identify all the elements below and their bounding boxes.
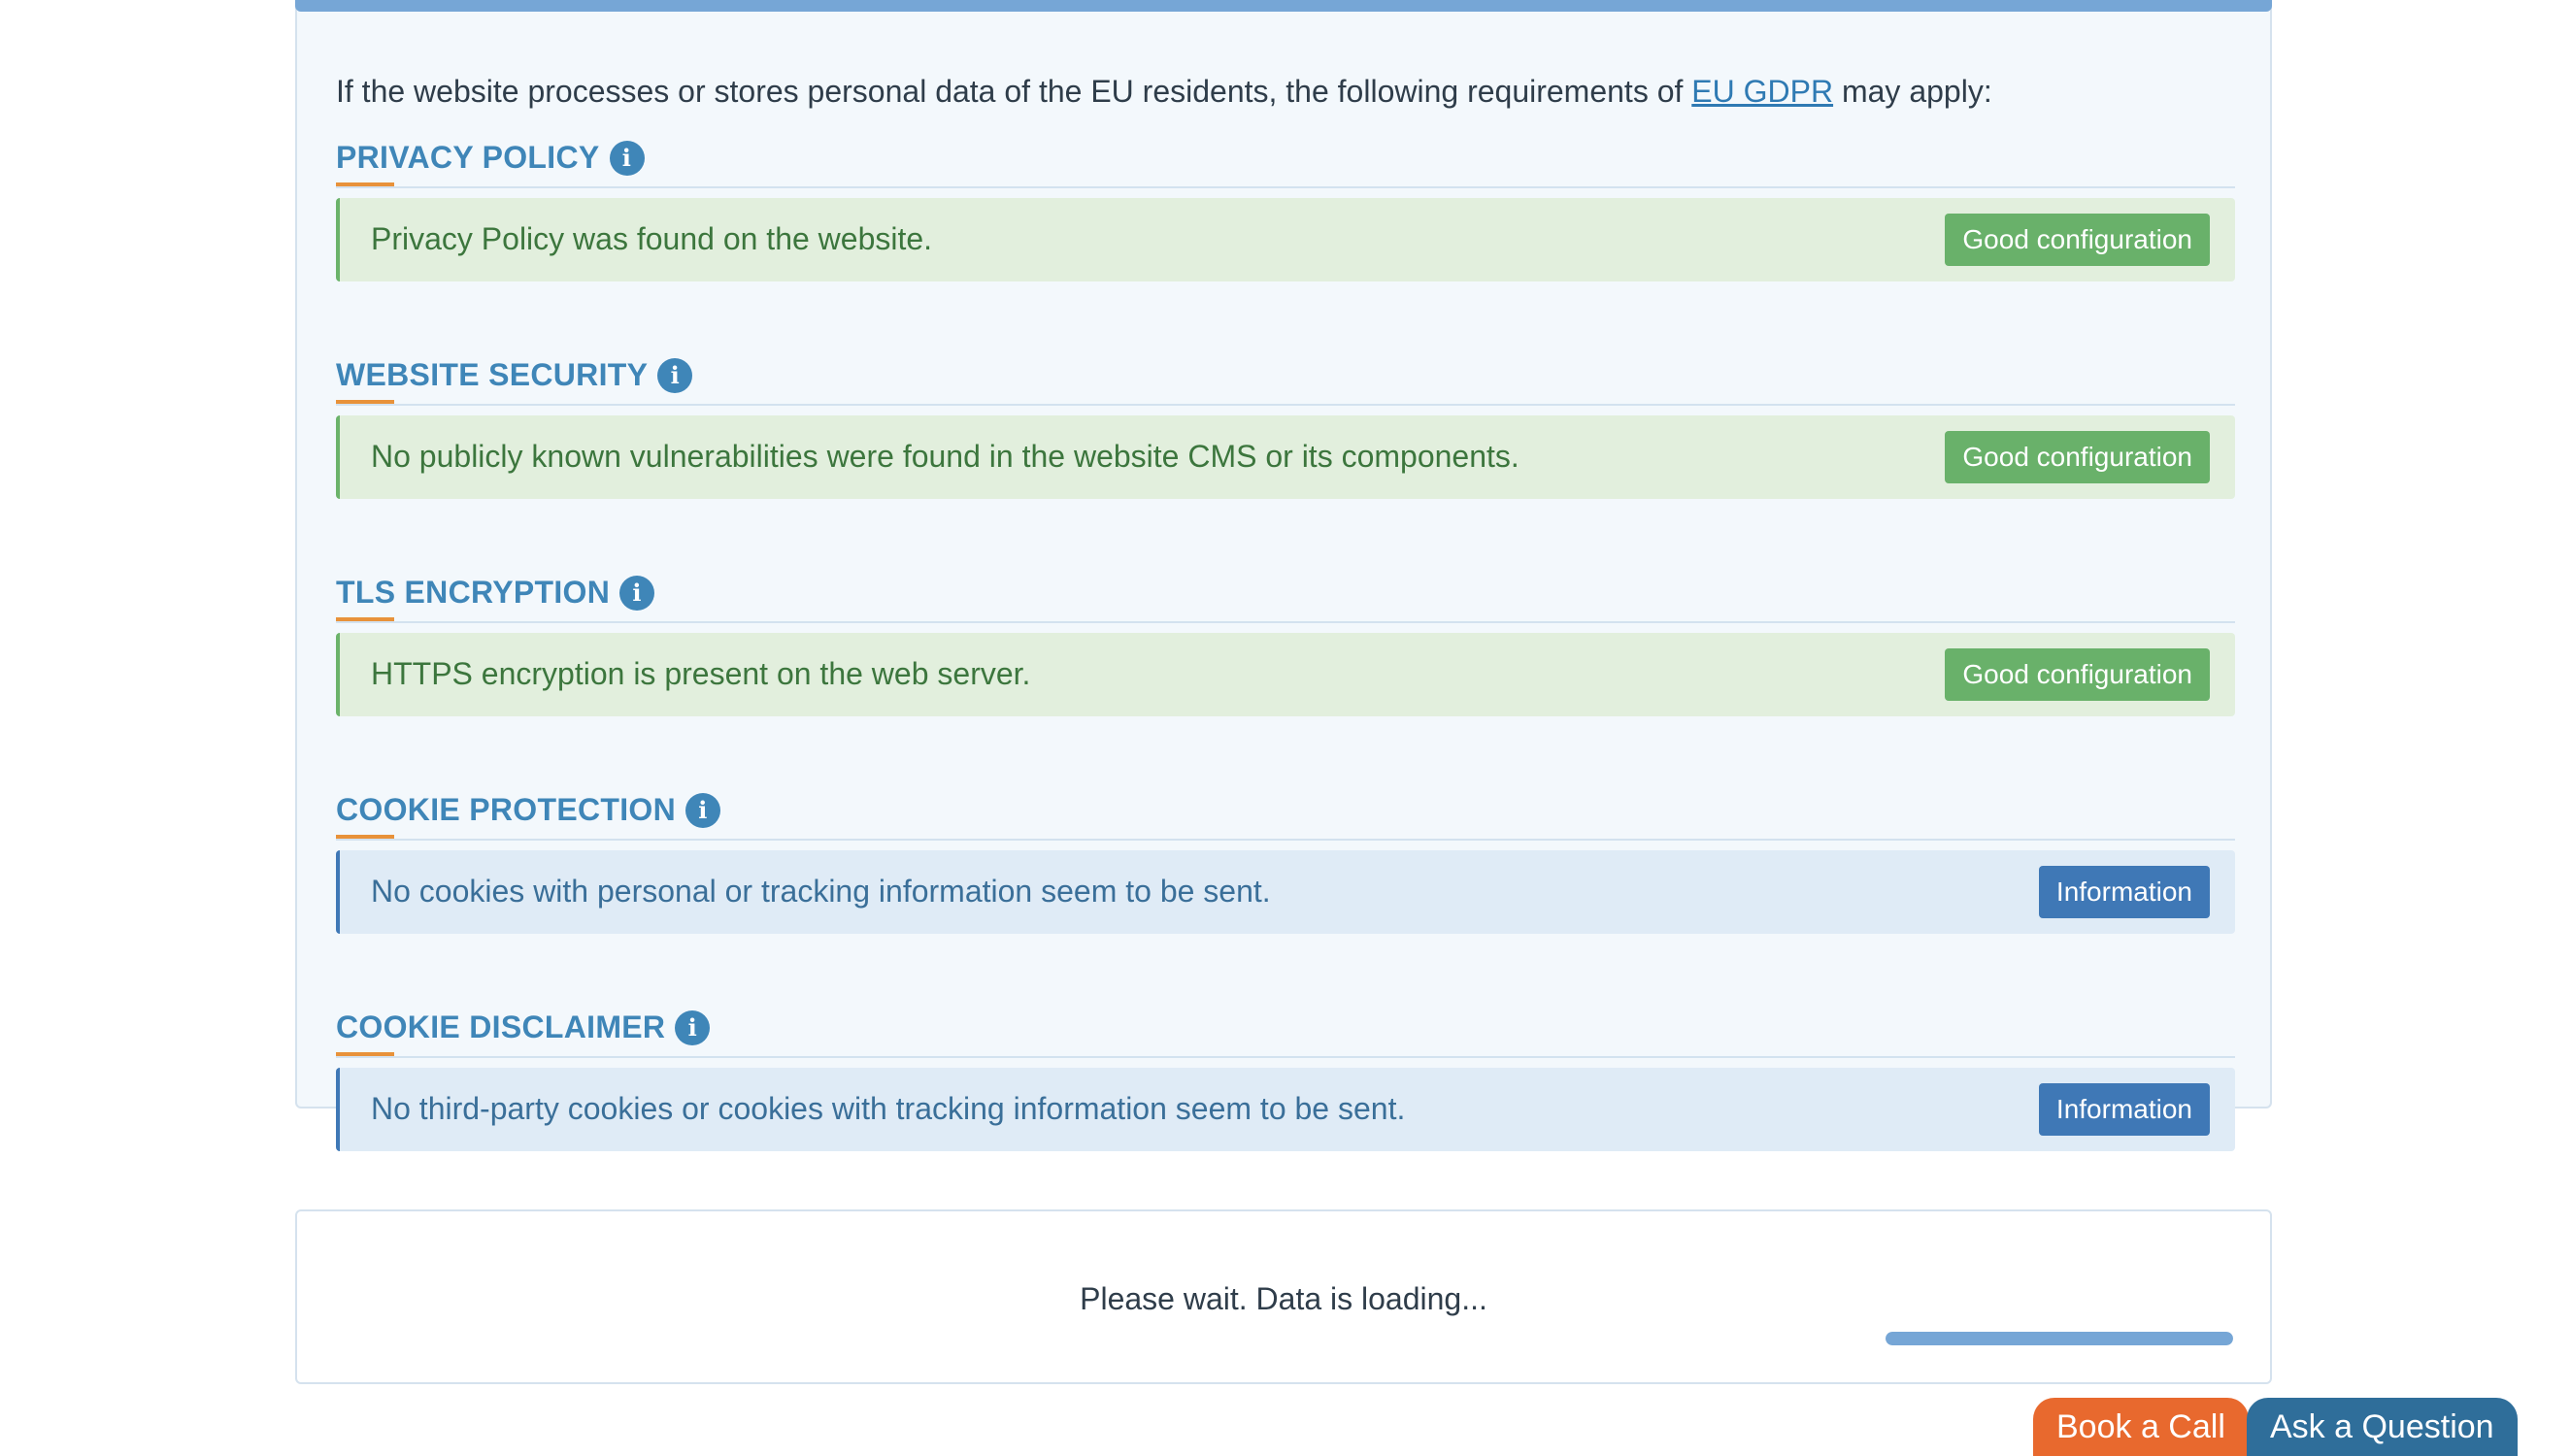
- result-text: Privacy Policy was found on the website.: [371, 221, 933, 256]
- section-divider: [336, 621, 2235, 623]
- info-icon[interactable]: i: [685, 792, 721, 828]
- book-a-call-button[interactable]: Book a Call: [2033, 1398, 2249, 1456]
- result-box: No cookies with personal or tracking inf…: [336, 850, 2235, 934]
- section-title-text: PRIVACY POLICY: [336, 140, 600, 175]
- loading-text: Please wait. Data is loading...: [1080, 1281, 1487, 1316]
- info-icon[interactable]: i: [619, 575, 655, 611]
- section-divider: [336, 1056, 2235, 1058]
- section-cookie-disclaimer: COOKIE DISCLAIMER i No third-party cooki…: [336, 1009, 2235, 1151]
- gdpr-intro-text: If the website processes or stores perso…: [336, 74, 1992, 110]
- intro-text-before: If the website processes or stores perso…: [336, 74, 1692, 109]
- result-box: No third-party cookies or cookies with t…: [336, 1068, 2235, 1151]
- section-cookie-protection: COOKIE PROTECTION i No cookies with pers…: [336, 792, 2235, 934]
- result-box: Privacy Policy was found on the website.…: [336, 198, 2235, 281]
- status-badge: Information: [2038, 866, 2210, 918]
- ask-a-question-button[interactable]: Ask a Question: [2247, 1398, 2518, 1456]
- panel-top-bar: [295, 0, 2272, 12]
- section-divider: [336, 404, 2235, 406]
- section-divider: [336, 839, 2235, 841]
- status-badge: Good configuration: [1945, 214, 2210, 266]
- status-badge: Information: [2038, 1083, 2210, 1136]
- section-title-text: COOKIE DISCLAIMER: [336, 1009, 666, 1044]
- intro-text-after: may apply:: [1833, 74, 1992, 109]
- loading-progress-bar: [1886, 1332, 2233, 1345]
- info-icon[interactable]: i: [675, 1009, 711, 1045]
- status-badge: Good configuration: [1945, 648, 2210, 701]
- info-icon[interactable]: i: [609, 140, 645, 176]
- section-tls-encryption: TLS ENCRYPTION i HTTPS encryption is pre…: [336, 575, 2235, 716]
- section-title-text: WEBSITE SECURITY: [336, 357, 649, 392]
- section-title: COOKIE DISCLAIMER i: [336, 1009, 711, 1045]
- section-website-security: WEBSITE SECURITY i No publicly known vul…: [336, 357, 2235, 499]
- section-title: TLS ENCRYPTION i: [336, 575, 655, 611]
- gdpr-results-panel: If the website processes or stores perso…: [295, 0, 2272, 1151]
- info-icon[interactable]: i: [657, 357, 693, 393]
- section-title: COOKIE PROTECTION i: [336, 792, 721, 828]
- section-divider: [336, 186, 2235, 188]
- result-text: HTTPS encryption is present on the web s…: [371, 656, 1031, 691]
- eu-gdpr-link[interactable]: EU GDPR: [1691, 74, 1833, 109]
- result-text: No cookies with personal or tracking inf…: [371, 874, 1271, 909]
- result-box: HTTPS encryption is present on the web s…: [336, 633, 2235, 716]
- result-text: No publicly known vulnerabilities were f…: [371, 439, 1519, 474]
- status-badge: Good configuration: [1945, 431, 2210, 483]
- section-title-text: TLS ENCRYPTION: [336, 575, 611, 610]
- result-text: No third-party cookies or cookies with t…: [371, 1091, 1406, 1126]
- section-title: PRIVACY POLICY i: [336, 140, 645, 176]
- result-box: No publicly known vulnerabilities were f…: [336, 415, 2235, 499]
- loading-panel: Please wait. Data is loading...: [295, 1209, 2272, 1384]
- section-title: WEBSITE SECURITY i: [336, 357, 693, 393]
- section-privacy-policy: PRIVACY POLICY i Privacy Policy was foun…: [336, 140, 2235, 281]
- section-title-text: COOKIE PROTECTION: [336, 792, 677, 827]
- loading-progress-fill: [1886, 1332, 2233, 1345]
